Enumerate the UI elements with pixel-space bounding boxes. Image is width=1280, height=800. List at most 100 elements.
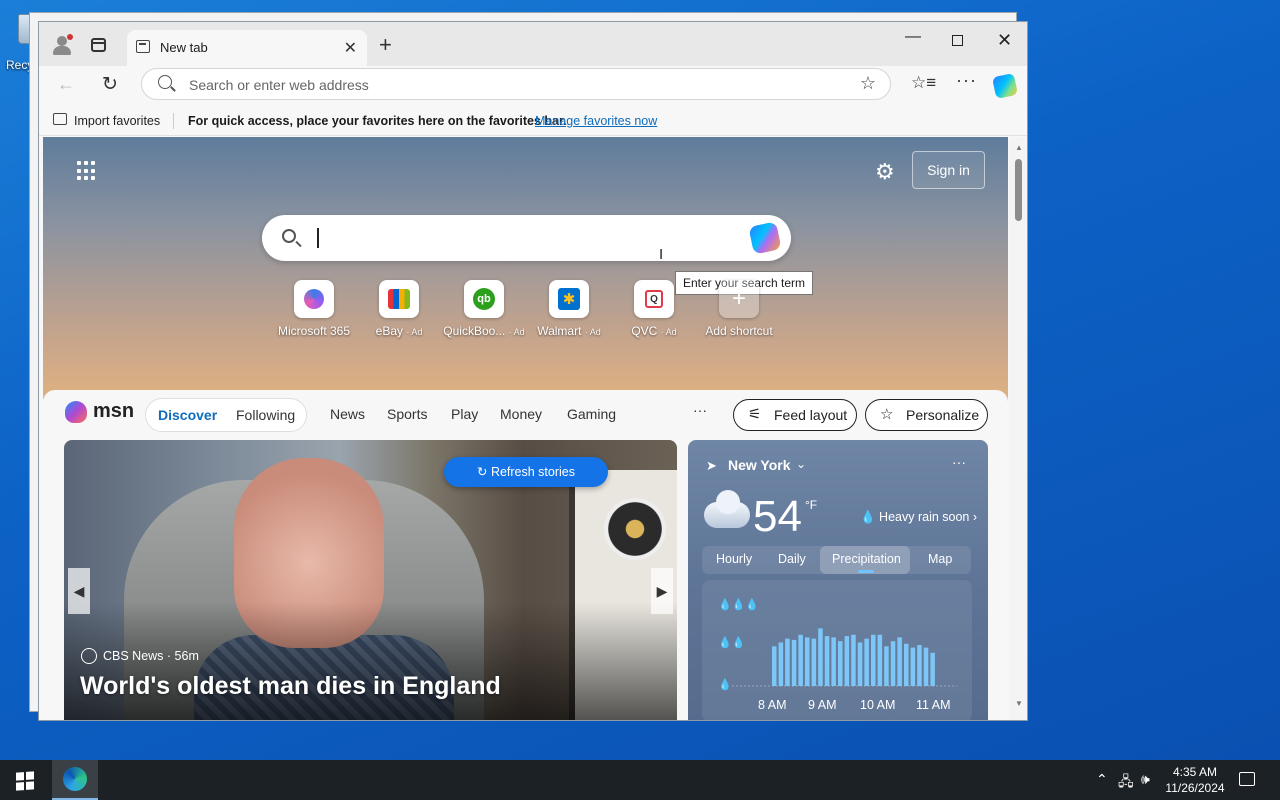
nav-play[interactable]: Play: [451, 406, 478, 422]
qvc-icon: Q: [645, 290, 663, 308]
ebay-icon: [388, 289, 410, 309]
feed-more-icon[interactable]: ···: [693, 402, 707, 418]
precip-bar: [890, 641, 896, 686]
favorites-icon[interactable]: ☆≡: [911, 73, 936, 93]
nav-sports[interactable]: Sports: [387, 406, 427, 422]
minimize-button[interactable]: —: [905, 28, 921, 46]
precip-bar: [917, 645, 922, 686]
notifications-icon[interactable]: [1239, 772, 1255, 786]
scroll-up-arrow-icon[interactable]: ▲: [1015, 143, 1023, 152]
tab-hourly[interactable]: Hourly: [716, 552, 752, 566]
shortcut-ebay[interactable]: eBay · Ad: [354, 280, 444, 338]
new-tab-button[interactable]: +: [379, 32, 392, 58]
weather-more-icon[interactable]: ···: [952, 454, 966, 470]
precip-bar: [772, 646, 777, 686]
tab-map[interactable]: Map: [928, 552, 952, 566]
tray-chevron-up-icon[interactable]: ⌃: [1096, 771, 1108, 788]
network-icon[interactable]: 🖧: [1118, 771, 1134, 795]
copilot-search-icon[interactable]: [748, 221, 782, 255]
personalize-label: Personalize: [906, 407, 980, 423]
nav-gaming[interactable]: Gaming: [567, 406, 616, 422]
weather-condition[interactable]: 💧 Heavy rain soon ›: [860, 510, 977, 525]
taskbar-edge-button[interactable]: [52, 760, 98, 800]
back-button[interactable]: ←: [57, 74, 75, 95]
feed-layout-button[interactable]: ⚟ Feed layout: [733, 399, 857, 431]
settings-and-more-icon[interactable]: ···: [956, 70, 977, 91]
cloud-icon: [704, 490, 750, 528]
sign-in-button[interactable]: Sign in: [912, 151, 985, 189]
precip-bar: [798, 634, 803, 686]
search-icon: [282, 229, 296, 243]
precip-bar: [897, 637, 902, 686]
refresh-label: Refresh stories: [490, 465, 575, 479]
refresh-stories-button[interactable]: ↻ Refresh stories: [444, 457, 608, 487]
precip-bar: [824, 636, 830, 686]
tab-precipitation[interactable]: Precipitation: [832, 552, 901, 566]
msn-logo[interactable]: msn: [65, 400, 134, 423]
story-headline[interactable]: World's oldest man dies in England: [80, 672, 501, 701]
windows-start-icon[interactable]: [16, 771, 34, 791]
import-favorites-button[interactable]: Import favorites: [74, 114, 160, 128]
volume-icon[interactable]: 🕪: [1141, 771, 1150, 788]
clock-date: 11/26/2024: [1165, 781, 1225, 795]
new-tab-page: ⚙ Sign in I Enter your search term Micro…: [43, 137, 1008, 720]
manage-favorites-link[interactable]: Manage favorites now: [535, 114, 657, 128]
tab-close-icon[interactable]: ✕: [344, 38, 357, 58]
close-window-button[interactable]: ✕: [997, 30, 1012, 51]
text-caret: [317, 228, 319, 248]
shortcut-microsoft-365[interactable]: Microsoft 365: [269, 280, 359, 338]
add-shortcut-button[interactable]: + Add shortcut: [694, 280, 784, 338]
shortcut-quickbooks[interactable]: qb QuickBoo... · Ad: [439, 280, 529, 338]
chevron-down-icon[interactable]: ⌄: [796, 457, 806, 471]
carousel-next-button[interactable]: ▶: [651, 568, 673, 614]
shortcut-walmart[interactable]: ✱ Walmart · Ad: [524, 280, 614, 338]
system-clock[interactable]: 4:35 AM 11/26/2024: [1160, 764, 1230, 796]
time-label: 9 AM: [808, 698, 837, 712]
scroll-thumb[interactable]: [1015, 159, 1022, 221]
nav-news[interactable]: News: [330, 406, 365, 422]
weather-tabs: Hourly Daily Precipitation Map: [702, 546, 971, 574]
ad-badge: · Ad: [508, 327, 525, 337]
page-settings-gear-icon[interactable]: ⚙: [875, 159, 895, 185]
maximize-button[interactable]: [952, 35, 963, 46]
ad-badge: · Ad: [660, 327, 677, 337]
time-label: 8 AM: [758, 698, 787, 712]
temperature-unit[interactable]: °F: [805, 498, 817, 512]
scroll-down-arrow-icon[interactable]: ▼: [1015, 699, 1023, 708]
active-tab-indicator: [858, 570, 874, 573]
clock-time: 4:35 AM: [1172, 765, 1218, 779]
carousel-prev-button[interactable]: ◀: [68, 568, 90, 614]
edge-browser-window: New tab ✕ + — ✕ ← ↻ Search or enter web …: [38, 21, 1028, 721]
personalize-button[interactable]: ☆ Personalize: [865, 399, 988, 431]
profile-icon[interactable]: [51, 34, 73, 56]
ibeam-cursor-icon: I: [659, 246, 664, 263]
nav-money[interactable]: Money: [500, 406, 542, 422]
shortcut-label: QuickBoo...: [443, 324, 506, 338]
title-bar: New tab ✕ + — ✕: [39, 22, 1027, 66]
favorites-bar: Import favorites For quick access, place…: [39, 106, 1027, 136]
import-favorites-icon: [53, 113, 67, 125]
tab-daily[interactable]: Daily: [778, 552, 806, 566]
address-bar[interactable]: Search or enter web address ☆: [141, 68, 891, 100]
shortcut-label: Add shortcut: [705, 324, 773, 338]
shortcut-qvc[interactable]: Q QVC · Ad: [609, 280, 699, 338]
tab-discover[interactable]: Discover: [158, 407, 217, 423]
ad-badge: · Ad: [406, 327, 423, 337]
ad-badge: · Ad: [584, 327, 601, 337]
msn-butterfly-icon: [65, 400, 87, 423]
page-scrollbar[interactable]: ▲ ▼: [1009, 137, 1027, 720]
tab-actions-icon[interactable]: [91, 38, 106, 52]
condition-label: Heavy rain soon: [879, 510, 970, 524]
weather-card[interactable]: ➤ New York ⌄ ··· 54 °F 💧 Heavy rain soon…: [688, 440, 988, 720]
shortcut-label: Microsoft 365: [277, 324, 351, 338]
tab-following[interactable]: Following: [236, 407, 295, 423]
web-search-box[interactable]: [262, 215, 791, 261]
weather-location[interactable]: New York: [728, 457, 791, 473]
copilot-icon[interactable]: [991, 72, 1019, 100]
app-launcher-icon[interactable]: [77, 161, 97, 181]
refresh-button[interactable]: ↻: [102, 73, 118, 96]
precip-bar: [871, 634, 876, 686]
microsoft-365-icon: [304, 289, 324, 309]
add-favorite-star-icon[interactable]: ☆: [860, 73, 876, 94]
tab-new-tab[interactable]: New tab ✕: [127, 30, 367, 66]
